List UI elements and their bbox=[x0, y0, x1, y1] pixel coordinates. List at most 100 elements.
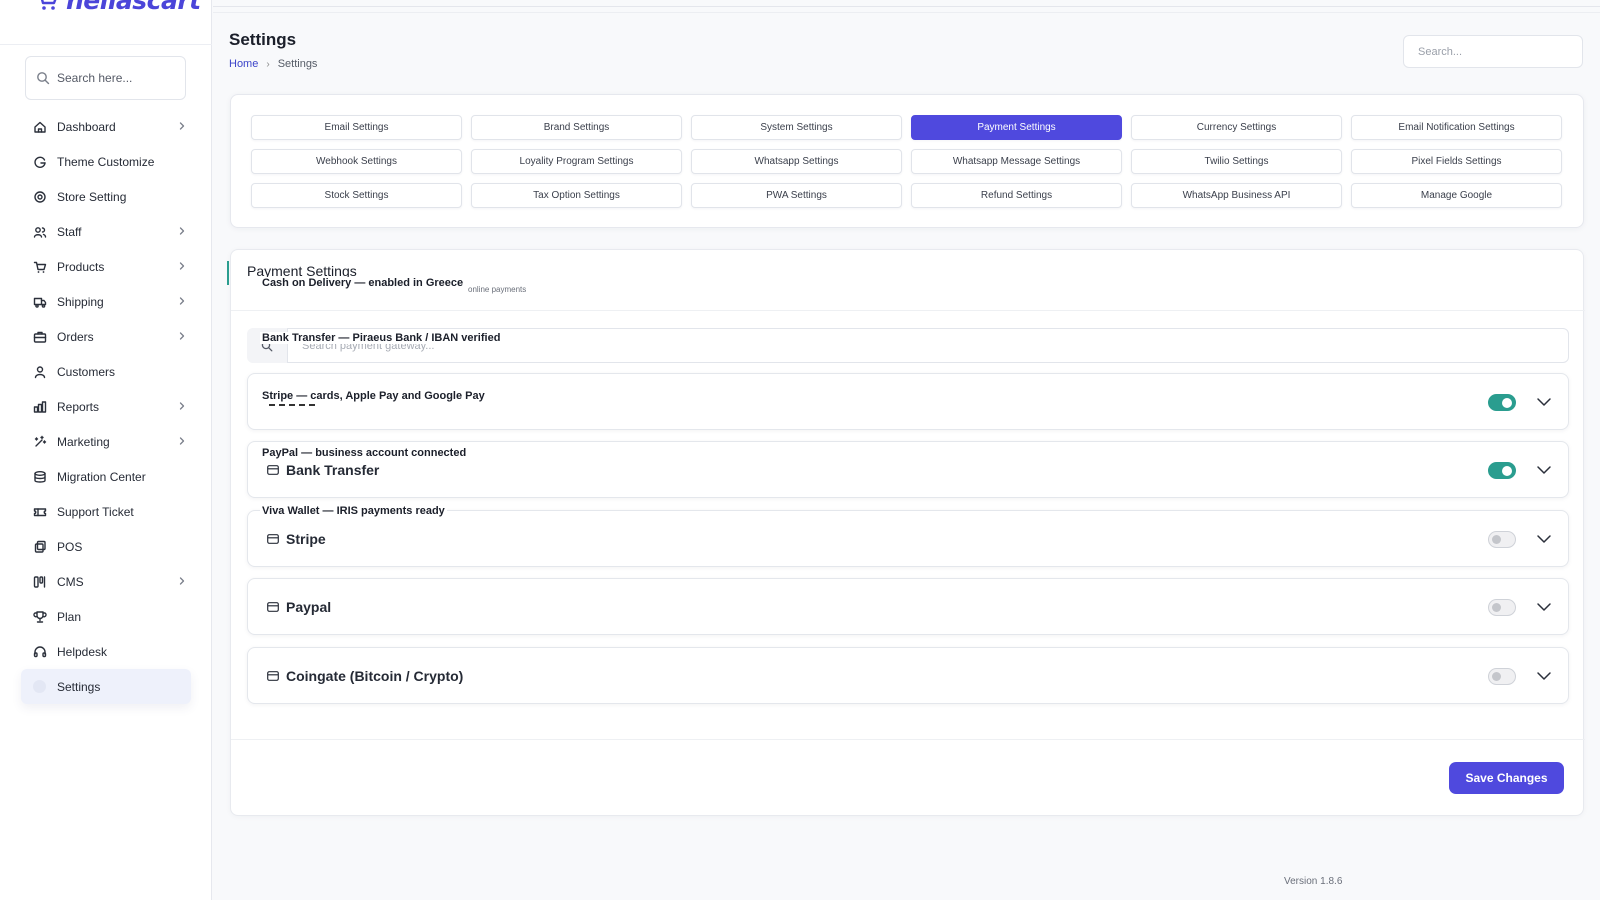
sidebar-divider bbox=[0, 44, 212, 45]
top-divider bbox=[213, 6, 1600, 7]
toggle-knob bbox=[1502, 397, 1512, 408]
tab-brand-settings[interactable]: Brand Settings bbox=[471, 115, 682, 140]
tab-loyality-program-settings[interactable]: Loyality Program Settings bbox=[471, 149, 682, 174]
chevron-down-icon[interactable] bbox=[1536, 600, 1552, 614]
sidebar-item-pos[interactable]: POS bbox=[21, 529, 191, 564]
toggle-knob bbox=[1492, 672, 1501, 681]
gateway-enable-toggle[interactable] bbox=[1488, 531, 1516, 548]
version-label: Version 1.8.6 bbox=[1284, 876, 1343, 887]
card-header-divider bbox=[231, 310, 1585, 311]
breadcrumb-current: Settings bbox=[277, 58, 318, 70]
chevron-right-icon bbox=[179, 262, 185, 270]
chevron-down-icon[interactable] bbox=[1536, 532, 1552, 546]
gateway-row[interactable]: Coingate (Bitcoin / Crypto) bbox=[247, 647, 1569, 704]
tab-manage-google[interactable]: Manage Google bbox=[1351, 183, 1562, 208]
tab-pwa-settings[interactable]: PWA Settings bbox=[691, 183, 902, 208]
card-footer-divider bbox=[231, 739, 1585, 740]
gateway-row[interactable]: Paypal bbox=[247, 578, 1569, 635]
overlay-caption: Cash on Delivery — enabled in Greece bbox=[260, 277, 466, 289]
theme-icon bbox=[33, 155, 47, 169]
sidebar-item-helpdesk[interactable]: Helpdesk bbox=[21, 634, 191, 669]
sidebar-item-shipping[interactable]: Shipping bbox=[21, 284, 191, 319]
tab-currency-settings[interactable]: Currency Settings bbox=[1131, 115, 1342, 140]
gateway-title-placeholder bbox=[269, 404, 315, 406]
sidebar-item-label: Settings bbox=[57, 679, 101, 694]
tab-refund-settings[interactable]: Refund Settings bbox=[911, 183, 1122, 208]
chevron-right-icon bbox=[179, 437, 185, 445]
settings-tabs: Email Settings Brand Settings System Setti… bbox=[251, 115, 1562, 208]
sidebar-item-label: Store Setting bbox=[57, 189, 127, 204]
home-icon bbox=[33, 120, 47, 134]
toggle-knob bbox=[1502, 465, 1512, 476]
brand-logo[interactable]: hellascart bbox=[34, 0, 201, 15]
header-search-input[interactable] bbox=[1403, 35, 1583, 68]
sidebar-item-migration-center[interactable]: Migration Center bbox=[21, 459, 191, 494]
overlay-caption: Viva Wallet — IRIS payments ready bbox=[260, 505, 447, 517]
sidebar-item-marketing[interactable]: Marketing bbox=[21, 424, 191, 459]
tab-system-settings[interactable]: System Settings bbox=[691, 115, 902, 140]
chevron-down-icon[interactable] bbox=[1536, 463, 1552, 477]
top-divider-secondary bbox=[213, 12, 1600, 13]
sidebar-item-reports[interactable]: Reports bbox=[21, 389, 191, 424]
chevron-right-icon bbox=[179, 577, 185, 585]
page-title: Settings bbox=[229, 30, 297, 49]
breadcrumb-home-link[interactable]: Home bbox=[229, 58, 258, 70]
layout-icon bbox=[33, 575, 47, 589]
sidebar-item-orders[interactable]: Orders bbox=[21, 319, 191, 354]
sidebar-item-theme-customize[interactable]: Theme Customize bbox=[21, 144, 191, 179]
credit-card-icon bbox=[267, 671, 279, 681]
headset-icon bbox=[33, 645, 47, 659]
sidebar-item-label: Theme Customize bbox=[57, 154, 155, 169]
tab-email-settings[interactable]: Email Settings bbox=[251, 115, 462, 140]
toggle-knob bbox=[1492, 535, 1501, 544]
tab-webhook-settings[interactable]: Webhook Settings bbox=[251, 149, 462, 174]
credit-card-icon bbox=[267, 465, 279, 475]
sidebar-search[interactable] bbox=[25, 56, 186, 100]
sidebar-item-support-ticket[interactable]: Support Ticket bbox=[21, 494, 191, 529]
sidebar-item-settings[interactable]: Settings bbox=[21, 669, 191, 704]
sidebar-item-staff[interactable]: Staff bbox=[21, 214, 191, 249]
cart-logo-icon bbox=[40, 0, 57, 10]
tab-whatsapp-message-settings[interactable]: Whatsapp Message Settings bbox=[911, 149, 1122, 174]
toggle-knob bbox=[1492, 603, 1501, 612]
save-changes-button[interactable]: Save Changes bbox=[1449, 762, 1564, 794]
cart-icon bbox=[33, 260, 47, 274]
ticket-icon bbox=[33, 505, 47, 519]
overlay-caption: Bank Transfer — Piraeus Bank / IBAN veri… bbox=[260, 332, 503, 344]
gateway-row[interactable]: Stripe bbox=[247, 510, 1569, 567]
database-icon bbox=[33, 470, 47, 484]
sidebar-item-label: Dashboard bbox=[57, 119, 116, 134]
chevron-right-icon bbox=[179, 332, 185, 340]
tab-whatsapp-settings[interactable]: Whatsapp Settings bbox=[691, 149, 902, 174]
bar-chart-icon bbox=[33, 400, 47, 414]
sidebar-item-store-setting[interactable]: Store Setting bbox=[21, 179, 191, 214]
sidebar-item-products[interactable]: Products bbox=[21, 249, 191, 284]
gateway-enable-toggle[interactable] bbox=[1488, 599, 1516, 616]
sidebar-item-dashboard[interactable]: Dashboard bbox=[21, 109, 191, 144]
tab-tax-option-settings[interactable]: Tax Option Settings bbox=[471, 183, 682, 208]
gateway-title: Bank Transfer bbox=[267, 462, 379, 478]
tab-payment-settings[interactable]: Payment Settings bbox=[911, 115, 1122, 140]
sidebar-item-label: Support Ticket bbox=[57, 504, 134, 519]
sidebar-item-customers[interactable]: Customers bbox=[21, 354, 191, 389]
tab-whatsapp-business-api[interactable]: WhatsApp Business API bbox=[1131, 183, 1342, 208]
sidebar-search-input[interactable] bbox=[57, 71, 177, 85]
gateway-enable-toggle[interactable] bbox=[1488, 462, 1516, 479]
chevron-down-icon[interactable] bbox=[1536, 395, 1552, 409]
tab-stock-settings[interactable]: Stock Settings bbox=[251, 183, 462, 208]
chevron-down-icon[interactable] bbox=[1536, 669, 1552, 683]
tab-pixel-fields-settings[interactable]: Pixel Fields Settings bbox=[1351, 149, 1562, 174]
sidebar-item-label: POS bbox=[57, 539, 83, 554]
tab-twilio-settings[interactable]: Twilio Settings bbox=[1131, 149, 1342, 174]
tab-email-notification-settings[interactable]: Email Notification Settings bbox=[1351, 115, 1562, 140]
sidebar-item-label: Customers bbox=[57, 364, 116, 379]
gateway-enable-toggle[interactable] bbox=[1488, 394, 1516, 411]
sidebar-item-plan[interactable]: Plan bbox=[21, 599, 191, 634]
settings-gear-icon bbox=[33, 190, 47, 204]
sidebar-item-label: Staff bbox=[57, 224, 82, 239]
brand-name: hellascart bbox=[66, 0, 201, 15]
gateway-name: Stripe bbox=[286, 531, 326, 547]
gateway-enable-toggle[interactable] bbox=[1488, 668, 1516, 685]
sidebar-item-cms[interactable]: CMS bbox=[21, 564, 191, 599]
gateway-name: Coingate (Bitcoin / Crypto) bbox=[286, 668, 464, 684]
